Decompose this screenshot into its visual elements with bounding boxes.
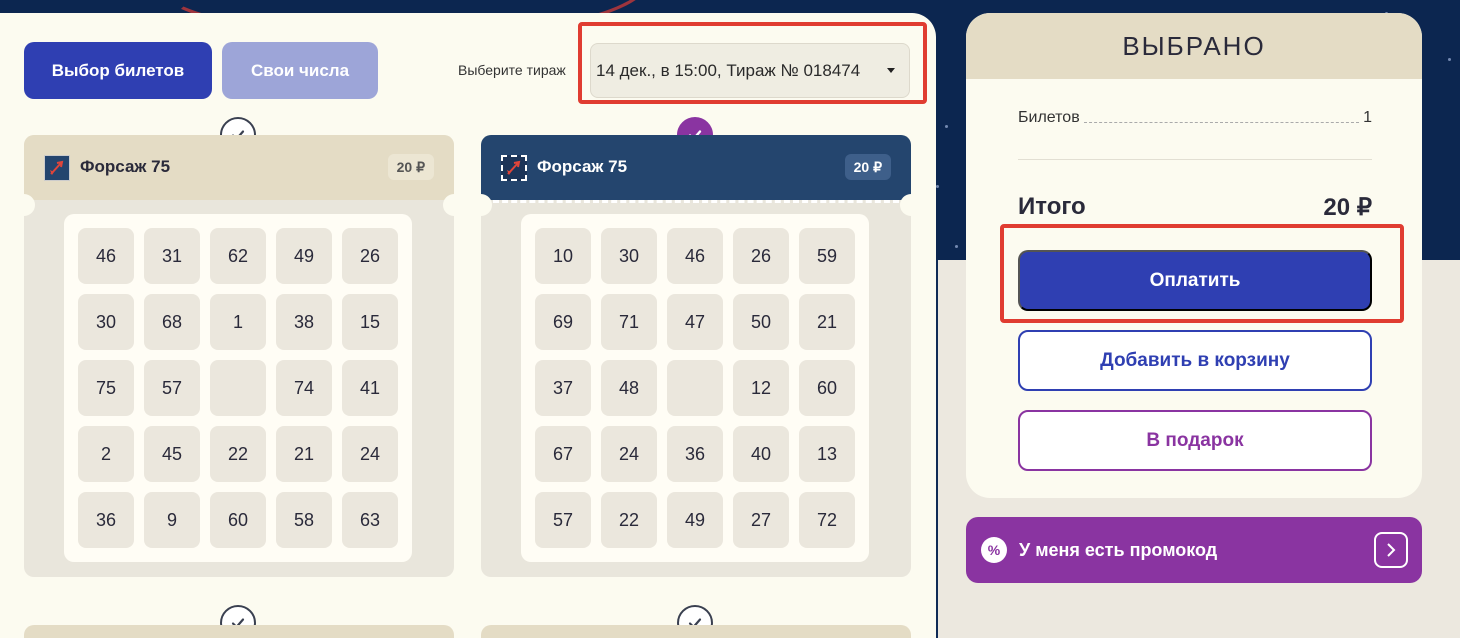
total-label: Итого	[1018, 193, 1086, 220]
number-cell: 26	[342, 228, 398, 284]
add-to-cart-button[interactable]: Добавить в корзину	[1018, 330, 1372, 391]
number-cell: 46	[667, 228, 723, 284]
number-cell: 57	[535, 492, 591, 548]
number-cell: 40	[733, 426, 789, 482]
number-cell: 22	[210, 426, 266, 482]
ticket-notch	[443, 194, 465, 216]
price-badge: 20 ₽	[387, 154, 434, 180]
total-value: 20 ₽	[1323, 194, 1372, 221]
number-cell: 30	[601, 228, 657, 284]
tickets-count-row: Билетов 1	[1018, 109, 1372, 127]
number-cell: 15	[342, 294, 398, 350]
number-cell: 60	[210, 492, 266, 548]
gift-button[interactable]: В подарок	[1018, 410, 1372, 471]
tickets-label: Билетов	[1018, 109, 1080, 126]
number-cell: 48	[601, 360, 657, 416]
number-cell: 1	[210, 294, 266, 350]
number-cell	[667, 360, 723, 416]
pay-button[interactable]: Оплатить	[1018, 250, 1372, 311]
draw-select-value: 14 дек., в 15:00, Тираж № 018474	[596, 60, 861, 80]
number-cell: 49	[667, 492, 723, 548]
number-cell: 71	[601, 294, 657, 350]
number-cell: 74	[276, 360, 332, 416]
number-cell: 30	[78, 294, 134, 350]
number-cell: 2	[78, 426, 134, 482]
ticket-name: Форсаж 75	[537, 157, 628, 176]
number-cell: 27	[733, 492, 789, 548]
number-cell: 26	[733, 228, 789, 284]
tab-choose-tickets[interactable]: Выбор билетов	[24, 42, 212, 99]
number-grid: 46 31 62 49 26 30 68 1 38 15 75 57 74 41 2 45 22 21 24 36 9 6…	[64, 214, 412, 562]
ticket-notch	[900, 194, 922, 216]
rocket-icon	[44, 155, 70, 181]
number-cell: 24	[342, 426, 398, 482]
number-cell: 37	[535, 360, 591, 416]
tickets-count: 1	[1363, 109, 1372, 126]
number-cell: 63	[342, 492, 398, 548]
number-cell: 49	[276, 228, 332, 284]
number-cell: 68	[144, 294, 200, 350]
chevron-right-icon[interactable]	[1374, 532, 1408, 568]
number-grid: 10 30 46 26 59 69 71 47 50 21 37 48 12 60 67 24 36 40 13 57…	[521, 214, 869, 562]
tab-own-numbers[interactable]: Свои числа	[222, 42, 378, 99]
number-cell: 38	[276, 294, 332, 350]
number-cell: 13	[799, 426, 855, 482]
percent-icon: %	[981, 537, 1007, 563]
number-cell: 46	[78, 228, 134, 284]
number-cell: 21	[799, 294, 855, 350]
number-cell: 10	[535, 228, 591, 284]
number-cell: 47	[667, 294, 723, 350]
dotted-leader	[1083, 122, 1360, 123]
number-cell: 41	[342, 360, 398, 416]
ticket-notch	[470, 194, 492, 216]
number-cell: 69	[535, 294, 591, 350]
number-cell: 60	[799, 360, 855, 416]
draw-select[interactable]: 14 дек., в 15:00, Тираж № 018474	[590, 43, 910, 98]
number-cell: 58	[276, 492, 332, 548]
ticket-selection-panel: Выбор билетов Свои числа Выберите тираж …	[0, 13, 936, 638]
number-cell: 21	[276, 426, 332, 482]
number-cell: 24	[601, 426, 657, 482]
ticket-card-2[interactable]: Форсаж 75 20 ₽ 10 30 46 26 59 69 71 47 50 21 37 48 1…	[470, 135, 922, 577]
number-cell: 36	[78, 492, 134, 548]
ticket-perforation	[493, 200, 899, 203]
number-cell: 59	[799, 228, 855, 284]
divider	[1018, 159, 1372, 160]
ticket-card-4[interactable]	[481, 625, 911, 638]
number-cell: 50	[733, 294, 789, 350]
rocket-icon	[501, 155, 527, 181]
number-cell: 62	[210, 228, 266, 284]
number-cell: 22	[601, 492, 657, 548]
order-summary: ВЫБРАНО Билетов 1 Итого 20 ₽ Оплатить До…	[966, 13, 1422, 498]
ticket-header: Форсаж 75 20 ₽	[481, 135, 911, 200]
number-cell: 9	[144, 492, 200, 548]
number-cell: 75	[78, 360, 134, 416]
ticket-card-1[interactable]: Форсаж 75 20 ₽ 46 31 62 49 26 30 68 1 38 15 75 57 74…	[13, 135, 465, 577]
ticket-notch	[13, 194, 35, 216]
ticket-name: Форсаж 75	[80, 157, 171, 176]
number-cell	[210, 360, 266, 416]
number-cell: 36	[667, 426, 723, 482]
promo-code-bar[interactable]: % У меня есть промокод	[966, 517, 1422, 583]
number-cell: 72	[799, 492, 855, 548]
chevron-down-icon	[887, 68, 895, 73]
number-cell: 57	[144, 360, 200, 416]
ticket-card-3[interactable]	[24, 625, 454, 638]
number-cell: 31	[144, 228, 200, 284]
ticket-header: Форсаж 75 20 ₽	[24, 135, 454, 200]
number-cell: 12	[733, 360, 789, 416]
promo-label: У меня есть промокод	[1019, 539, 1218, 560]
draw-select-label: Выберите тираж	[458, 62, 566, 78]
number-cell: 67	[535, 426, 591, 482]
price-badge: 20 ₽	[844, 154, 891, 180]
summary-title: ВЫБРАНО	[966, 13, 1422, 79]
number-cell: 45	[144, 426, 200, 482]
